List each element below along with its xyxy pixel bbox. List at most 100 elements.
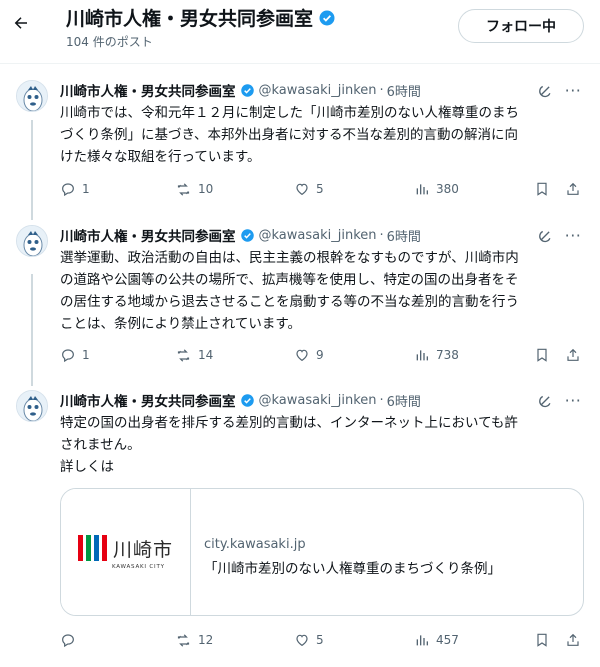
author-handle[interactable]: @kawasaki_jinken — [259, 83, 377, 98]
card-domain: city.kawasaki.jp — [204, 537, 306, 552]
repost-count: 10 — [198, 182, 214, 196]
more-icon: ··· — [564, 80, 582, 100]
views-icon — [416, 350, 428, 361]
tweet[interactable]: 川崎市人権・男女共同参画室 @kawasaki_jinken · 6時間 ···… — [0, 390, 600, 660]
post-count: 104 件のポスト — [66, 35, 153, 49]
share-button[interactable] — [565, 630, 581, 650]
views-button[interactable]: 738 — [414, 345, 459, 365]
more-button[interactable]: ··· — [563, 80, 583, 100]
grok-icon — [539, 395, 551, 408]
tweet-text: 川崎市では、令和元年１２月に制定した「川崎市差別のない人権尊重のまち づくり条例… — [60, 105, 519, 165]
bookmark-button[interactable] — [534, 345, 550, 365]
reply-button[interactable]: 1 — [60, 345, 90, 365]
tweet-header: 川崎市人権・男女共同参画室 @kawasaki_jinken · 6時間 — [60, 390, 421, 411]
profile-header: 川崎市人権・男女共同参画室 104 件のポスト フォロー中 — [0, 0, 600, 60]
following-button[interactable]: フォロー中 — [458, 9, 584, 43]
avatar[interactable] — [16, 80, 48, 112]
arrow-left-icon — [14, 17, 27, 29]
avatar[interactable] — [16, 225, 48, 257]
repost-icon — [177, 348, 190, 362]
grok-icon — [539, 230, 551, 243]
author-handle[interactable]: @kawasaki_jinken — [259, 228, 377, 243]
reply-button[interactable]: 1 — [60, 179, 90, 199]
more-icon: ··· — [564, 390, 582, 410]
more-button[interactable]: ··· — [563, 225, 583, 245]
verified-badge-icon — [319, 10, 335, 25]
view-count: 380 — [436, 182, 459, 196]
share-icon — [567, 348, 579, 361]
like-count: 5 — [316, 633, 324, 647]
heart-icon — [296, 183, 308, 196]
views-button[interactable]: 380 — [414, 179, 459, 199]
tweet[interactable]: 川崎市人権・男女共同参画室 @kawasaki_jinken · 6時間 ···… — [0, 225, 600, 370]
views-button[interactable]: 457 — [414, 630, 459, 650]
reply-count: 1 — [82, 182, 90, 196]
bookmark-icon — [537, 633, 547, 647]
grok-button[interactable] — [536, 227, 554, 245]
verified-badge-icon — [240, 83, 254, 97]
view-count: 457 — [436, 633, 459, 647]
header-divider — [0, 63, 600, 64]
views-icon — [416, 635, 428, 646]
repost-button[interactable]: 14 — [175, 345, 213, 365]
logo-text: 川崎市 — [112, 538, 173, 561]
grok-icon — [539, 85, 551, 98]
like-button[interactable]: 5 — [294, 179, 324, 199]
like-button[interactable]: 9 — [294, 345, 324, 365]
tweet-time[interactable]: 6時間 — [387, 81, 421, 100]
tweet-header: 川崎市人権・男女共同参画室 @kawasaki_jinken · 6時間 — [60, 225, 421, 246]
repost-count: 14 — [198, 348, 214, 362]
card-thumbnail: 川崎市 KAWASAKI CITY — [61, 489, 191, 615]
more-button[interactable]: ··· — [563, 390, 583, 410]
tweet[interactable]: 川崎市人権・男女共同参画室 @kawasaki_jinken · 6時間 ···… — [0, 80, 600, 205]
tweet-time[interactable]: 6時間 — [387, 391, 421, 410]
grok-button[interactable] — [536, 82, 554, 100]
repost-button[interactable]: 12 — [175, 630, 213, 650]
heart-icon — [296, 634, 308, 647]
author-name[interactable]: 川崎市人権・男女共同参画室 — [60, 390, 236, 410]
logo-subtext: KAWASAKI CITY — [111, 563, 165, 570]
bookmark-icon — [537, 182, 547, 196]
verified-badge-icon — [240, 393, 254, 407]
bookmark-button[interactable] — [534, 630, 550, 650]
share-icon — [567, 182, 579, 195]
repost-icon — [177, 182, 190, 196]
repost-button[interactable]: 10 — [175, 179, 213, 199]
share-button[interactable] — [565, 179, 581, 199]
reply-count: 1 — [82, 348, 90, 362]
profile-title: 川崎市人権・男女共同参画室 — [66, 4, 336, 31]
tweet-text: 選挙運動、政治活動の自由は、民主主義の根幹をなすものですが、川崎市内 の道路や公… — [60, 250, 519, 332]
author-name[interactable]: 川崎市人権・男女共同参画室 — [60, 80, 236, 100]
reply-button[interactable] — [60, 630, 82, 650]
bookmark-button[interactable] — [534, 179, 550, 199]
avatar[interactable] — [16, 390, 48, 422]
bookmark-icon — [537, 348, 547, 362]
link-card[interactable]: 川崎市 KAWASAKI CITY city.kawasaki.jp 「川崎市差… — [60, 488, 584, 616]
repost-count: 12 — [198, 633, 214, 647]
card-title: 「川崎市差別のない人権尊重のまちづくり条例」 — [204, 561, 501, 577]
profile-name: 川崎市人権・男女共同参画室 — [66, 8, 314, 30]
view-count: 738 — [436, 348, 459, 362]
like-button[interactable]: 5 — [294, 630, 324, 650]
share-icon — [567, 633, 579, 646]
author-name[interactable]: 川崎市人権・男女共同参画室 — [60, 225, 236, 245]
back-button[interactable] — [10, 12, 32, 34]
more-icon: ··· — [564, 225, 582, 245]
reply-icon — [62, 634, 74, 648]
share-button[interactable] — [565, 345, 581, 365]
verified-badge-icon — [240, 228, 254, 242]
repost-icon — [177, 633, 190, 647]
tweet-actions: 1 14 9 738 — [60, 345, 590, 365]
tweet-time[interactable]: 6時間 — [387, 226, 421, 245]
tweet-header: 川崎市人権・男女共同参画室 @kawasaki_jinken · 6時間 — [60, 80, 421, 101]
like-count: 5 — [316, 182, 324, 196]
reply-icon — [62, 349, 74, 363]
tweet-text: 特定の国の出身者を排斥する差別的言動は、インターネット上においても許 されません… — [60, 415, 518, 475]
views-icon — [416, 184, 428, 195]
reply-icon — [62, 183, 74, 197]
grok-button[interactable] — [536, 392, 554, 410]
author-handle[interactable]: @kawasaki_jinken — [259, 393, 377, 408]
heart-icon — [296, 349, 308, 362]
like-count: 9 — [316, 348, 324, 362]
tweet-actions: 12 5 457 — [60, 630, 590, 650]
